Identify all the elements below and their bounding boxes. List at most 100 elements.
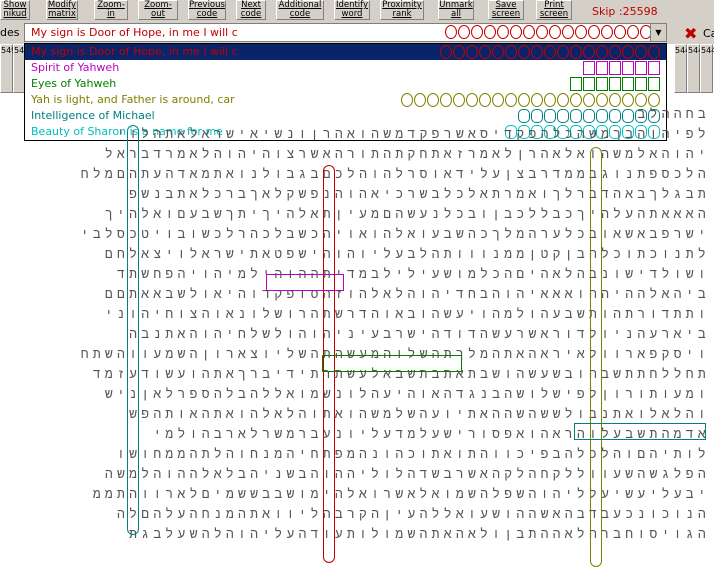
letter-ring [575,25,587,39]
letter-ring [648,45,660,59]
matrix-row: ישרפבאשאובכלערהמלךכהשבעואלהואויהכשבלכהרל… [80,227,710,242]
save-screen-button[interactable]: Save screen [488,0,524,20]
letter-ring [570,45,582,59]
letter-ring [609,93,621,107]
letter-ring [544,45,556,59]
letter-ring [596,93,608,107]
unmark-all-button[interactable]: Unmark all [438,0,474,20]
code-select[interactable]: My sign is Door of Hope, in me I will c … [24,23,667,42]
letter-ring [497,25,509,39]
skip-label: Skip :25598 [592,5,658,18]
additional-code-button[interactable]: Additional code [276,0,324,20]
letter-ring [622,61,634,75]
letter-ring [557,45,569,59]
letter-ring [635,93,647,107]
close-icon[interactable]: ✖ [684,24,697,43]
letter-ring [648,61,660,75]
letter-ring [583,45,595,59]
code-list-item-label: Spirit of Yahweh [31,61,120,74]
letter-ring [596,77,608,91]
letter-ring [648,93,660,107]
letter-ring [510,25,522,39]
letter-ring [484,25,496,39]
matrix-row: בחההלב [637,107,710,122]
code-list-item-label: Eyes of Yahweh [31,77,117,90]
letter-ring [570,77,582,91]
code-highlight-column [127,125,139,535]
next-code-button[interactable]: Next code [236,0,266,20]
code-list-item-label: Yah is light, and Father is around, car [31,93,235,106]
matrix-row: לותיהםוהלכלהבפיכווהתואתוכהונהמפתחיהמנחוה… [117,447,710,462]
letter-ring [440,45,452,59]
letter-ring [471,25,483,39]
letter-ring [466,93,478,107]
matrix-row: האאאתהעלהיךכבללכבןובכלנעשהםמעיןתאלהיךיתך… [104,207,710,222]
print-screen-button[interactable]: Print screen [536,0,572,20]
letter-ring [596,45,608,59]
search-label: des : [0,26,27,39]
zoom-out-button[interactable]: Zoom-out [138,0,178,20]
letter-ring [622,93,634,107]
column-header: 5443 [674,44,695,93]
identify-word-button[interactable]: Identify word [334,0,370,20]
matrix-row: ותתדורתהותשבעהולמהויעשהובאוהדרשתהרושלונא… [104,307,710,322]
letter-ring [570,93,582,107]
matrix-row: ומעותורוןלפישלושהבנגדהאוהיעהלונשמואללהבל… [104,387,710,402]
matrix-row: הפלגשהשעווללקחהלקהאשרבשדהלוליההוהבשניהבל… [104,467,710,482]
letter-ring [401,93,413,107]
letter-ring [627,25,639,39]
show-nikud-button[interactable]: Show nikud [0,0,30,20]
matrix-row: ושולדישונבהלאהיםהכלמושעילילבמדיתההוהילמי… [117,267,710,282]
cancel-label[interactable]: Ca [703,27,714,40]
letter-ring [466,45,478,59]
letter-ring [531,45,543,59]
letter-ring [609,45,621,59]
matrix-row: הלכספתנוגבממדרבצןעלידאוסרלהוהלכםבגבולנוא… [80,167,710,182]
letter-ring [518,45,530,59]
letter-ring [609,77,621,91]
matrix-row: תבגלךבאהדברלךואמרתאלכלבשרכיאהוהנפשקלאךבר… [129,187,710,202]
letter-ring [531,93,543,107]
letter-ring [583,77,595,91]
letter-ring [549,25,561,39]
matrix-row: לפיהוהבךמשהכלהפקדיסאשרפקדמשהואהרןונשיאיש… [117,127,710,142]
modify-matrix-button[interactable]: Modify matrix [46,0,78,20]
letter-ring [583,93,595,107]
code-list-item[interactable]: My sign is Door of Hope, in me I will c [25,44,666,60]
code-select-value: My sign is Door of Hope, in me I will c [31,26,238,39]
letter-matrix: בחההלב לפיהוהבךמשהכלהפקדיסאשרפקדמשהואהרןו… [0,107,714,567]
letter-ring [583,61,595,75]
matrix-row: יבעליעשיעלליהוהשפלהשמואלאשרואלהימושבבששמ… [92,487,710,502]
code-list-item[interactable]: Yah is light, and Father is around, car [25,92,666,108]
letter-ring [523,25,535,39]
chevron-down-icon[interactable]: ▼ [650,24,666,41]
matrix-row: יהוהאלמשהואלאהרןלאמרזאתחקתהתורהאשרצוהיהו… [104,147,710,162]
zoom-in-button[interactable]: Zoom-in [94,0,128,20]
code-highlight-row [574,423,706,440]
letter-ring [518,93,530,107]
letter-ring [622,45,634,59]
column-header: 5442 [687,44,708,93]
letter-ring [479,93,491,107]
letter-ring [635,45,647,59]
previous-code-button[interactable]: Previous code [188,0,226,20]
code-list-item-label: My sign is Door of Hope, in me I will c [31,45,238,58]
toolbar: Show nikud Modify matrix Zoom-in Zoom-ou… [0,0,714,23]
letter-ring [505,93,517,107]
matrix-row: ביארעהניולדוראשרעשהדודהישרבעיניהוהולשלחי… [129,327,710,342]
code-highlight-row [322,355,462,372]
letter-ring [588,25,600,39]
code-list-item[interactable]: Eyes of Yahweh [25,76,666,92]
letter-ring [622,77,634,91]
letter-ring [453,45,465,59]
proximity-rank-button[interactable]: Proximity rank [380,0,424,20]
letter-ring [427,93,439,107]
letter-ring [544,93,556,107]
letter-ring [445,25,457,39]
letter-ring [614,25,626,39]
letter-ring [453,93,465,107]
matrix-row: ביהאלההיההואאאיהוהבחדיהוהלאלהוזהסופקדוהי… [104,287,710,302]
letter-ring [635,61,647,75]
letter-ring [492,45,504,59]
code-list-item[interactable]: Spirit of Yahweh [25,60,666,76]
